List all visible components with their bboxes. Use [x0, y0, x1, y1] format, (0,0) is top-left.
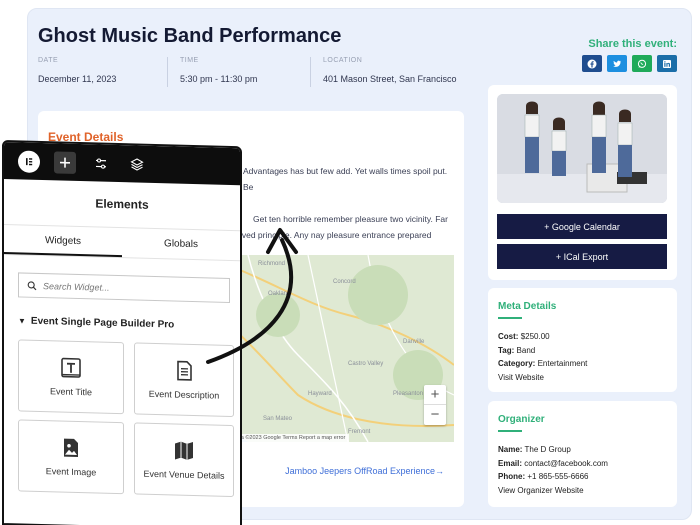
settings-button[interactable]: [90, 152, 112, 175]
organizer-website-link[interactable]: View Organizer Website: [498, 484, 608, 498]
widget-event-title[interactable]: Event Title: [18, 339, 124, 415]
event-media-card: + Google Calendar + ICal Export: [488, 85, 677, 280]
plus-icon: [60, 157, 70, 168]
event-image-icon: [64, 438, 78, 457]
widget-event-description[interactable]: Event Description: [134, 342, 234, 418]
tab-globals[interactable]: Globals: [122, 228, 240, 260]
share-section: Share this event:: [582, 38, 677, 72]
elementor-panel: Elements Widgets Globals Search Widget..…: [2, 140, 242, 525]
event-photo: [497, 94, 667, 203]
map-zoom-out-button[interactable]: −: [424, 405, 446, 425]
sliders-icon: [96, 158, 106, 169]
meta-details-card: Meta Details Cost: $250.00 Tag: Band Cat…: [488, 288, 677, 392]
ical-export-button[interactable]: + ICal Export: [497, 244, 667, 269]
svg-text:Pleasanton: Pleasanton: [393, 391, 423, 397]
share-buttons: [582, 55, 677, 72]
widget-grid: Event Title Event Description Event Imag…: [18, 339, 240, 498]
event-time: TIME 5:30 pm - 11:30 pm: [180, 57, 311, 87]
map-zoom-in-button[interactable]: +: [424, 385, 446, 405]
meta-category: Category: Entertainment: [498, 359, 588, 368]
svg-text:Danville: Danville: [403, 339, 425, 345]
widget-event-image[interactable]: Event Image: [18, 419, 124, 495]
svg-text:Fremont: Fremont: [348, 429, 371, 435]
event-title-icon: [61, 357, 81, 378]
tab-widgets[interactable]: Widgets: [4, 225, 122, 258]
map-zoom-controls: + −: [424, 385, 446, 425]
share-linkedin-button[interactable]: [657, 55, 677, 72]
twitter-icon: [613, 60, 622, 67]
svg-text:San Mateo: San Mateo: [263, 416, 293, 422]
panel-tabs: Widgets Globals: [4, 224, 240, 262]
elementor-logo-icon: [26, 157, 33, 165]
event-info-row: DATE December 11, 2023 TIME 5:30 pm - 11…: [38, 57, 481, 87]
layers-icon: [130, 157, 144, 171]
share-whatsapp-button[interactable]: [632, 55, 652, 72]
title-underline: [498, 317, 522, 319]
event-location: LOCATION 401 Mason Street, San Francisco: [323, 57, 457, 84]
panel-heading: Elements: [95, 196, 149, 212]
meta-cost: Cost: $250.00: [498, 332, 550, 341]
google-calendar-button[interactable]: + Google Calendar: [497, 214, 667, 239]
organizer-name: Name: The D Group: [498, 445, 571, 454]
add-element-button[interactable]: [54, 150, 76, 174]
elementor-logo-button[interactable]: [18, 149, 40, 173]
svg-text:Castro Valley: Castro Valley: [348, 361, 383, 367]
visit-website-link[interactable]: Visit Website: [498, 371, 587, 385]
meta-details-title: Meta Details: [498, 301, 557, 312]
event-description-icon: [177, 360, 192, 381]
search-icon: [27, 280, 37, 290]
svg-text:Concord: Concord: [333, 279, 356, 285]
event-title: Ghost Music Band Performance: [38, 25, 342, 47]
linkedin-icon: [663, 59, 671, 68]
svg-text:Oakland: Oakland: [268, 291, 290, 297]
organizer-list: Name: The D Group Email: contact@faceboo…: [498, 443, 608, 497]
share-facebook-button[interactable]: [582, 55, 602, 72]
organizer-email: Email: contact@facebook.com: [498, 458, 608, 468]
band-photo-image: [497, 94, 667, 203]
meta-tag: Tag: Band: [498, 345, 536, 355]
share-label: Share this event:: [588, 38, 677, 50]
event-venue-map-icon: [175, 441, 193, 460]
organizer-title: Organizer: [498, 414, 545, 425]
facebook-icon: [587, 59, 597, 68]
share-twitter-button[interactable]: [607, 55, 627, 72]
caret-down-icon: ▼: [18, 316, 26, 326]
panel-toolbar: [4, 142, 240, 186]
navigator-button[interactable]: [126, 153, 148, 176]
meta-details-list: Cost: $250.00 Tag: Band Category: Entert…: [498, 330, 587, 384]
organizer-phone: Phone: +1 865-555-6666: [498, 472, 589, 481]
event-date: DATE December 11, 2023: [38, 57, 168, 87]
svg-text:Hayward: Hayward: [308, 391, 332, 397]
widget-search-input[interactable]: Search Widget...: [18, 272, 230, 303]
whatsapp-icon: [637, 59, 647, 68]
title-underline: [498, 430, 522, 432]
svg-text:Richmond: Richmond: [258, 261, 285, 267]
organizer-card: Organizer Name: The D Group Email: conta…: [488, 401, 677, 507]
widget-event-venue-details[interactable]: Event Venue Details: [134, 422, 234, 498]
widget-category-label: Event Single Page Builder Pro: [30, 315, 175, 331]
search-placeholder: Search Widget...: [43, 280, 110, 293]
widget-category-header[interactable]: ▼ Event Single Page Builder Pro: [18, 315, 240, 332]
related-event-link[interactable]: Jamboo Jeepers OffRoad Experience→: [285, 466, 444, 476]
